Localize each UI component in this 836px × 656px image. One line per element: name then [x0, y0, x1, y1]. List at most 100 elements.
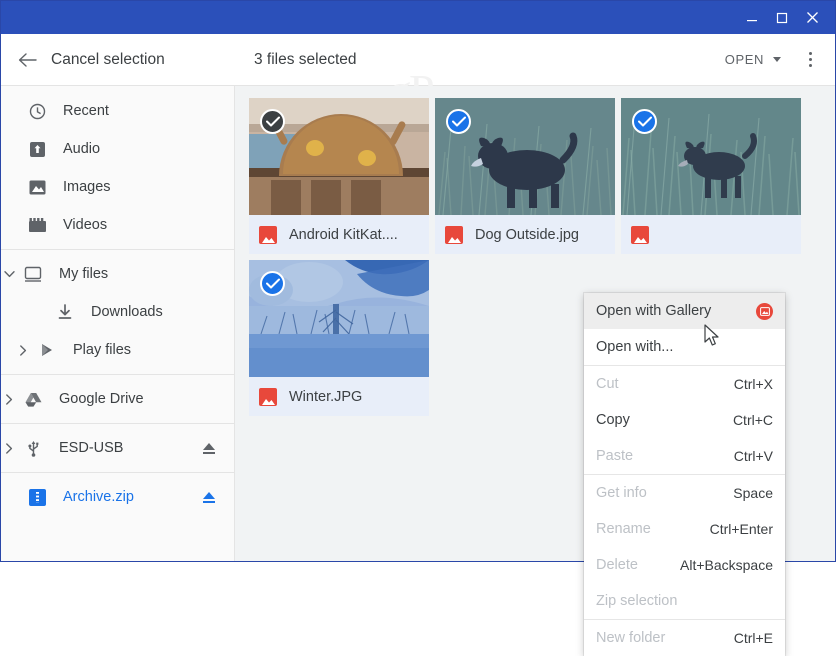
menu-item-label: New folder [596, 630, 666, 646]
image-file-icon [445, 225, 463, 244]
more-vertical-icon[interactable] [795, 43, 825, 77]
sidebar-item-audio[interactable]: Audio [1, 130, 234, 168]
menu-item-shortcut: Ctrl+V [733, 448, 773, 464]
selection-checkbox[interactable] [632, 109, 657, 134]
menu-item-new-folder: New folder Ctrl+E [584, 620, 785, 656]
chevron-right-icon[interactable] [1, 391, 17, 407]
sidebar-item-label: Audio [63, 141, 101, 157]
menu-item-label: Delete [596, 557, 638, 573]
arrow-left-icon [17, 50, 37, 70]
chevron-right-icon[interactable] [15, 342, 31, 358]
sidebar-item-esd-usb[interactable]: ESD-USB [1, 429, 234, 467]
toolbar-actions: OPEN [715, 43, 825, 77]
check-icon [451, 116, 466, 127]
file-tile[interactable] [621, 98, 801, 254]
menu-item-shortcut: Ctrl+C [732, 412, 773, 428]
check-icon [265, 278, 280, 289]
chevron-down-icon[interactable] [1, 266, 17, 282]
menu-item-label: Open with Gallery [596, 303, 712, 319]
menu-item-label: Cut [596, 376, 619, 392]
file-tile[interactable]: Winter.JPG [249, 260, 429, 416]
gallery-icon [756, 302, 773, 320]
sidebar-divider [1, 423, 234, 424]
menu-item-rename: Rename Ctrl+Enter [584, 511, 785, 547]
sidebar-divider [1, 472, 234, 473]
menu-item-copy[interactable]: Copy Ctrl+C [584, 402, 785, 438]
file-thumbnail[interactable] [621, 98, 801, 215]
file-name: Winter.JPG [289, 388, 363, 405]
file-label-row [621, 215, 801, 254]
menu-item-cut: Cut Ctrl+X [584, 366, 785, 402]
sidebar: Recent Audio Images Videos My files Downloads… [1, 86, 235, 561]
files-app-window: Cancel selection 3 files selected gP OPE… [0, 0, 836, 656]
menu-item-label: Open with... [596, 339, 674, 355]
sidebar-item-images[interactable]: Images [1, 168, 234, 206]
play-store-icon [37, 340, 57, 360]
check-icon [265, 116, 280, 127]
menu-item-label: Zip selection [596, 593, 678, 609]
sidebar-divider [1, 249, 234, 250]
sidebar-divider [1, 374, 234, 375]
chevron-down-icon [773, 57, 781, 62]
sidebar-item-label: Recent [63, 103, 109, 119]
menu-item-delete: Delete Alt+Backspace [584, 547, 785, 583]
file-label-row: Dog Outside.jpg [435, 215, 615, 254]
file-thumbnail[interactable] [249, 98, 429, 215]
file-thumbnail[interactable] [249, 260, 429, 377]
menu-item-label: Rename [596, 521, 651, 537]
file-thumbnail[interactable] [435, 98, 615, 215]
selection-checkbox[interactable] [260, 109, 285, 134]
video-icon [27, 215, 47, 235]
eject-icon[interactable] [202, 442, 216, 455]
clock-icon [27, 101, 47, 121]
file-tile[interactable]: Android KitKat.... [249, 98, 429, 254]
kebab-dot [808, 58, 812, 61]
eject-icon[interactable] [202, 491, 216, 504]
sidebar-item-play-files[interactable]: Play files [1, 331, 234, 369]
open-button-label: OPEN [724, 52, 764, 67]
cancel-selection-button[interactable]: Cancel selection [17, 50, 165, 70]
selection-checkbox[interactable] [260, 271, 285, 296]
audio-icon [27, 139, 47, 159]
sidebar-item-recent[interactable]: Recent [1, 92, 234, 130]
sidebar-item-label: Archive.zip [63, 489, 134, 505]
title-bar [1, 1, 835, 34]
sidebar-item-label: Play files [73, 342, 132, 358]
maximize-button[interactable] [767, 1, 797, 34]
menu-item-zip-selection: Zip selection [584, 583, 785, 619]
close-button[interactable] [797, 1, 827, 34]
file-label-row: Winter.JPG [249, 377, 429, 416]
sidebar-item-google-drive[interactable]: Google Drive [1, 380, 234, 418]
menu-item-shortcut: Space [733, 485, 773, 501]
file-name: Android KitKat.... [289, 226, 398, 243]
kebab-dot [808, 52, 812, 55]
minimize-button[interactable] [737, 1, 767, 34]
sidebar-item-videos[interactable]: Videos [1, 206, 234, 244]
chevron-right-icon[interactable] [1, 440, 17, 456]
menu-item-paste: Paste Ctrl+V [584, 438, 785, 474]
menu-item-open-with-gallery[interactable]: Open with Gallery [584, 293, 785, 329]
menu-item-shortcut: Ctrl+E [733, 630, 773, 646]
menu-item-open-with[interactable]: Open with... [584, 329, 785, 365]
sidebar-item-archive-zip[interactable]: Archive.zip [1, 478, 234, 516]
selection-checkbox[interactable] [446, 109, 471, 134]
sidebar-item-label: Downloads [91, 304, 163, 320]
sidebar-item-my-files[interactable]: My files [1, 255, 234, 293]
context-menu[interactable]: Open with Gallery Open with... Cut Ctrl+X Co… [584, 293, 785, 656]
cancel-selection-label: Cancel selection [51, 50, 165, 68]
menu-item-label: Get info [596, 485, 647, 501]
app-body: Recent Audio Images Videos My files Downloads… [1, 86, 835, 656]
menu-item-label: Copy [596, 412, 630, 428]
usb-icon [23, 438, 43, 458]
file-label-row: Android KitKat.... [249, 215, 429, 254]
image-file-icon [259, 225, 277, 244]
check-icon [637, 116, 652, 127]
computer-icon [23, 264, 43, 284]
sidebar-item-downloads[interactable]: Downloads [1, 293, 234, 331]
file-tile[interactable]: Dog Outside.jpg [435, 98, 615, 254]
kebab-dot [808, 64, 812, 67]
menu-item-label: Paste [596, 448, 634, 464]
sidebar-item-label: ESD-USB [59, 440, 124, 456]
menu-item-get-info: Get info Space [584, 475, 785, 511]
open-button[interactable]: OPEN [715, 44, 791, 75]
